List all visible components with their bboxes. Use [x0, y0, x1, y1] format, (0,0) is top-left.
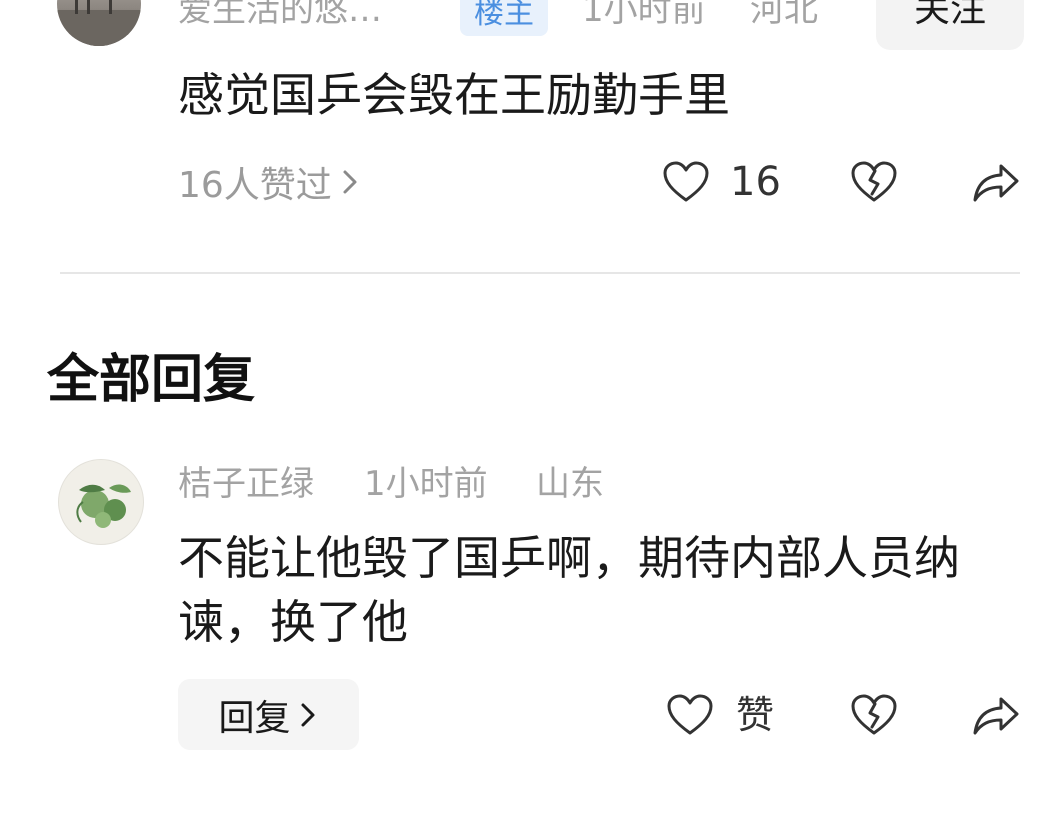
post-author-name[interactable]: 爱生活的悠… [178, 0, 382, 30]
reply-button-label: 回复 [218, 697, 291, 739]
post-like-count: 16 [730, 159, 781, 205]
reply-content: 不能让他毁了国乒啊，期待内部人员纳谏，换了他 [178, 531, 960, 649]
likers-link[interactable]: 16人赞过 [178, 158, 362, 206]
share-arrow-icon[interactable] [970, 156, 1022, 208]
broken-heart-icon[interactable] [848, 689, 900, 741]
share-arrow-icon[interactable] [970, 689, 1022, 741]
heart-icon[interactable] [664, 689, 716, 741]
op-badge: 楼主 [460, 0, 548, 36]
chevron-right-icon [297, 701, 319, 729]
reply-author-avatar[interactable] [58, 459, 144, 545]
post-author-avatar[interactable] [57, 0, 141, 46]
post-location: 河北 [750, 0, 818, 30]
reply-author-name[interactable]: 桔子正绿 [178, 464, 314, 504]
heart-icon[interactable] [660, 156, 712, 208]
chevron-right-icon [338, 167, 362, 197]
reply-button[interactable]: 回复 [178, 679, 359, 750]
post-content: 感觉国乒会毁在王励勤手里 [178, 68, 730, 122]
post-time: 1小时前 [582, 0, 706, 30]
section-title: 全部回复 [47, 350, 256, 410]
divider [60, 272, 1020, 274]
post-meta: 爱生活的悠… [178, 0, 382, 30]
follow-button[interactable]: 关注 [876, 0, 1024, 50]
broken-heart-icon[interactable] [848, 156, 900, 208]
reply-time: 1小时前 [364, 464, 488, 504]
reply-location: 山东 [536, 464, 604, 504]
reply-like-label[interactable]: 赞 [736, 689, 774, 741]
likers-count-text: 16人赞过 [178, 165, 332, 206]
